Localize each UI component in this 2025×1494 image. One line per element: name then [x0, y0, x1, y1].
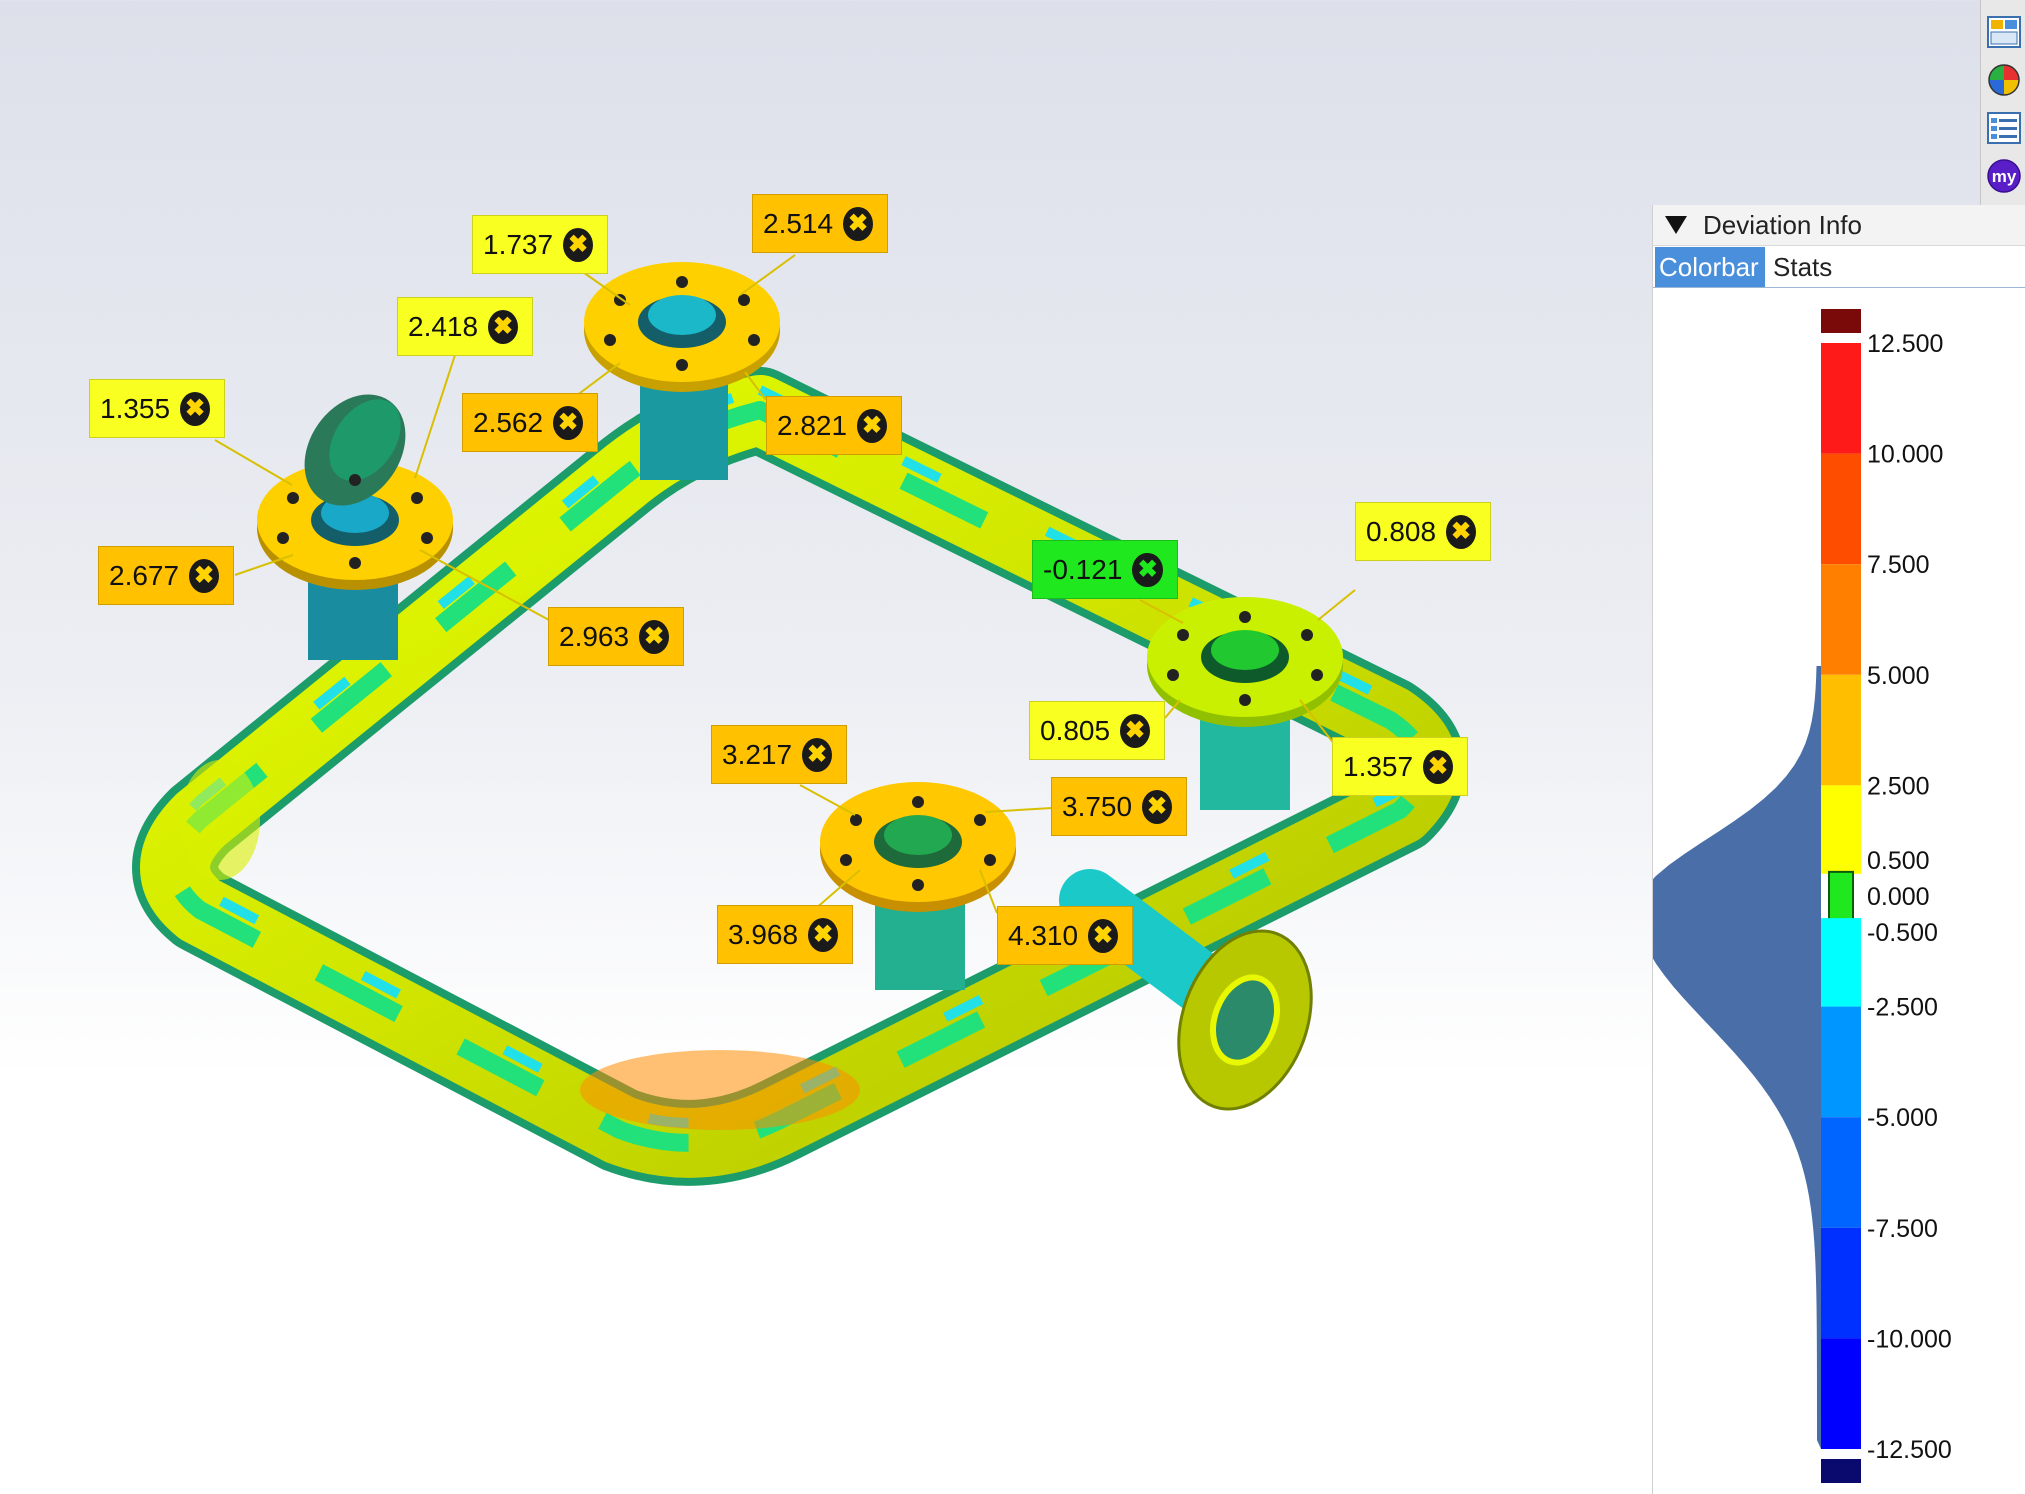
dismiss-icon[interactable]: ✖: [808, 917, 838, 952]
colorbar-segment: [1821, 1227, 1861, 1339]
deviation-callout[interactable]: 2.963 ✖: [548, 607, 684, 666]
colorbar-label: -5.000: [1867, 1104, 1938, 1132]
callout-value: -0.121: [1043, 553, 1123, 585]
my-icon-label: my: [1992, 167, 2017, 186]
dismiss-icon[interactable]: ✖: [857, 408, 887, 443]
colorbar-segment: [1821, 1006, 1861, 1118]
color-wheel-icon[interactable]: [1986, 62, 2022, 98]
dismiss-icon[interactable]: ✖: [1088, 918, 1118, 953]
my-icon[interactable]: my: [1986, 158, 2022, 194]
overflow-high-swatch: [1821, 309, 1861, 333]
deviation-callout[interactable]: 2.514 ✖: [752, 194, 888, 253]
callout-value: 3.217: [722, 738, 793, 770]
deviation-callout[interactable]: 3.217 ✖: [711, 725, 847, 784]
callout-value: 1.737: [483, 228, 554, 260]
colorbar-segment: [1821, 674, 1861, 786]
deviation-histogram: [1653, 665, 1821, 1449]
3d-viewport[interactable]: 1.737 ✖ 2.514 ✖ 2.418 ✖ 1.355 ✖ 2.562 ✖ …: [0, 0, 1652, 1494]
colorbar-segment: [1821, 918, 1861, 1007]
colorbar-label: 10.000: [1867, 441, 1943, 469]
dismiss-icon[interactable]: ✖: [563, 227, 593, 262]
deviation-callout[interactable]: 0.805 ✖: [1029, 701, 1165, 760]
histogram-shape: [1653, 665, 1821, 1449]
colorbar-label: -12.500: [1867, 1436, 1952, 1464]
colorbar-segment: [1821, 785, 1861, 874]
colorbar-label: -7.500: [1867, 1215, 1938, 1243]
list-view-icon[interactable]: [1986, 110, 2022, 146]
colorbar-label: 0.000: [1867, 883, 1930, 911]
deviation-callout[interactable]: 2.821 ✖: [766, 396, 902, 455]
colorbar-segment: [1821, 1338, 1861, 1449]
deviation-info-panel: Deviation Info Colorbar Stats 12.500 10.0…: [1652, 205, 2025, 1494]
dismiss-icon[interactable]: ✖: [1120, 713, 1150, 748]
dismiss-icon[interactable]: ✖: [553, 405, 583, 440]
deviation-callout[interactable]: 3.968 ✖: [717, 905, 853, 964]
layout-icon[interactable]: [1986, 14, 2022, 50]
colorbar-label: 0.500: [1867, 847, 1930, 875]
dismiss-icon[interactable]: ✖: [843, 206, 873, 241]
colorbar-segment: [1821, 343, 1861, 454]
colorbar-labels: 12.500 10.000 7.500 5.000 2.500 0.500 0.000 -0.…: [1867, 330, 1952, 1464]
callout-value: 1.357: [1343, 750, 1414, 782]
colorbar-segment: [1821, 564, 1861, 675]
dismiss-icon[interactable]: ✖: [1142, 789, 1172, 824]
callout-value: 2.963: [559, 620, 630, 652]
dismiss-icon[interactable]: ✖: [488, 309, 518, 344]
callout-value: 2.514: [763, 207, 834, 239]
deviation-callout[interactable]: 2.677 ✖: [98, 546, 234, 605]
callout-value: 0.808: [1366, 515, 1437, 547]
callout-value: 2.418: [408, 310, 479, 342]
callout-value: 1.355: [100, 392, 171, 424]
colorbar-segments: [1821, 309, 1861, 1483]
callout-value: 2.821: [777, 409, 848, 441]
tolerance-marker: [1828, 870, 1854, 922]
callout-value: 4.310: [1008, 919, 1079, 951]
deviation-callout[interactable]: 1.737 ✖: [472, 215, 608, 274]
dismiss-icon[interactable]: ✖: [1446, 514, 1476, 549]
dismiss-icon[interactable]: ✖: [1423, 749, 1453, 784]
overflow-low-swatch: [1821, 1459, 1861, 1483]
dismiss-icon[interactable]: ✖: [639, 619, 669, 654]
deviation-callout[interactable]: 2.562 ✖: [462, 393, 598, 452]
colorbar-widget: 12.500 10.000 7.500 5.000 2.500 0.500 0.000 -0.…: [1653, 309, 1952, 1483]
deviation-callout[interactable]: 1.357 ✖: [1332, 737, 1468, 796]
colorbar-label: 2.500: [1867, 772, 1930, 800]
deviation-callout[interactable]: 3.750 ✖: [1051, 777, 1187, 836]
callout-value: 3.750: [1062, 790, 1133, 822]
colorbar-segment: [1821, 1117, 1861, 1228]
dismiss-icon[interactable]: ✖: [180, 391, 210, 426]
dismiss-icon[interactable]: ✖: [802, 737, 832, 772]
callout-value: 2.677: [109, 559, 180, 591]
callout-value: 0.805: [1040, 714, 1111, 746]
colorbar-label: 12.500: [1867, 330, 1943, 358]
colorbar-label: -0.500: [1867, 919, 1938, 947]
colorbar-segment: [1821, 453, 1861, 565]
deviation-callout[interactable]: 2.418 ✖: [397, 297, 533, 356]
callout-value: 2.562: [473, 406, 544, 438]
dismiss-icon[interactable]: ✖: [1132, 552, 1163, 587]
callout-value: 3.968: [728, 918, 799, 950]
deviation-callout[interactable]: 0.808 ✖: [1355, 502, 1491, 561]
colorbar-label: -2.500: [1867, 994, 1938, 1022]
side-toolbar: my: [1980, 0, 2025, 205]
deviation-callout[interactable]: 4.310 ✖: [997, 906, 1133, 965]
deviation-callout[interactable]: -0.121 ✖: [1032, 540, 1178, 599]
colorbar-label: -10.000: [1867, 1325, 1952, 1353]
colorbar-label: 5.000: [1867, 662, 1930, 690]
colorbar-label: 7.500: [1867, 551, 1930, 579]
dismiss-icon[interactable]: ✖: [189, 558, 219, 593]
deviation-callout[interactable]: 1.355 ✖: [89, 379, 225, 438]
